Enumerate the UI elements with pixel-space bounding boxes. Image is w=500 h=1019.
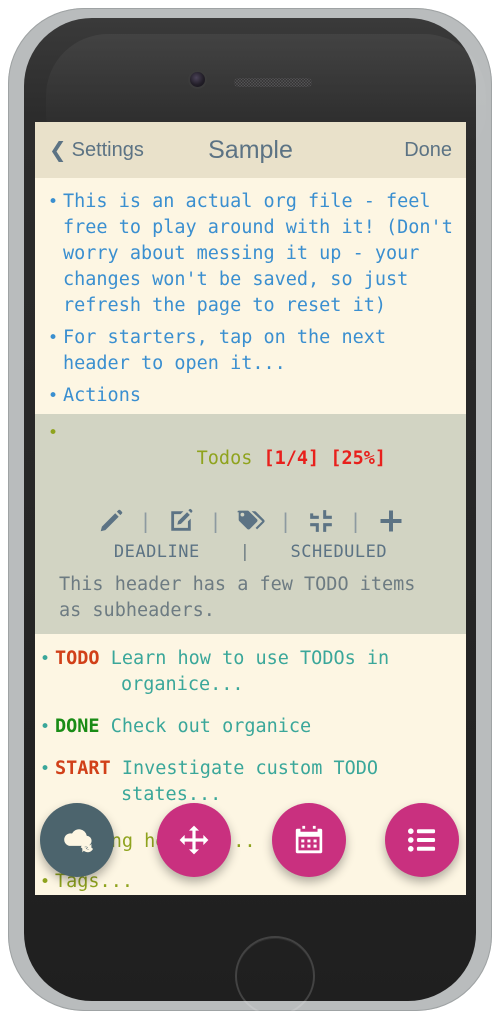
back-button-label: Settings xyxy=(71,138,144,161)
selected-header-todos[interactable]: • Todos [1/4] [25%] | | | | DEADLINE | S… xyxy=(35,414,466,634)
toolbar-separator: | xyxy=(209,509,222,533)
org-document: • This is an actual org file - feel free… xyxy=(35,178,466,895)
todo-title: Investigate custom TODO xyxy=(121,758,379,779)
todo-keyword[interactable]: START xyxy=(55,758,111,779)
org-header-title: This is an actual org file - feel free t… xyxy=(63,191,464,316)
todo-keyword[interactable]: TODO xyxy=(55,648,100,669)
org-header-title: Actions xyxy=(63,385,141,406)
bullet-icon: • xyxy=(39,717,51,737)
bullet-icon: • xyxy=(39,649,51,669)
selected-header-body[interactable]: This header has a few TODO items as subh… xyxy=(35,570,466,634)
planning-row: DEADLINE | SCHEDULED xyxy=(35,540,466,570)
todo-item-learn[interactable]: • TODO Learn how to use TODOs in organic… xyxy=(35,638,456,706)
org-header-actions[interactable]: • Actions xyxy=(35,380,456,412)
phone-screen: ❮ Settings Sample Done • This is an actu… xyxy=(35,122,466,895)
earpiece-speaker-icon xyxy=(234,78,312,87)
todo-keyword[interactable]: DONE xyxy=(55,716,100,737)
cloud-sync-icon xyxy=(56,823,98,857)
deadline-button[interactable]: DEADLINE xyxy=(108,542,206,562)
back-button[interactable]: ❮ Settings xyxy=(49,139,144,162)
calendar-fab[interactable] xyxy=(272,803,346,877)
list-fab[interactable] xyxy=(385,803,459,877)
org-header-starters[interactable]: • For starters, tap on the next header t… xyxy=(35,322,456,380)
floating-action-bar xyxy=(35,801,466,885)
calendar-icon xyxy=(293,824,325,856)
home-button[interactable] xyxy=(235,936,315,1016)
list-icon xyxy=(406,824,438,856)
arrows-move-icon xyxy=(178,824,210,856)
planning-separator: | xyxy=(239,542,251,562)
toolbar-separator: | xyxy=(279,509,292,533)
edit-note-icon[interactable] xyxy=(158,504,204,538)
pencil-icon[interactable] xyxy=(88,504,134,538)
move-fab[interactable] xyxy=(157,803,231,877)
screenshot-root: ❮ Settings Sample Done • This is an actu… xyxy=(0,0,500,1019)
toolbar-separator: | xyxy=(349,509,362,533)
org-header-title: For starters, tap on the next header to … xyxy=(63,327,398,374)
bullet-icon: • xyxy=(47,328,59,348)
selected-header-title-row[interactable]: • Todos [1/4] [25%] xyxy=(35,414,466,500)
front-camera-icon xyxy=(190,72,205,87)
navigation-bar: ❮ Settings Sample Done xyxy=(35,122,466,178)
toolbar-separator: | xyxy=(139,509,152,533)
chevron-left-icon: ❮ xyxy=(49,138,67,162)
todo-title: Learn how to use TODOs in xyxy=(110,648,390,669)
cookie-count-badge: [1/4] xyxy=(263,448,320,469)
cloud-sync-fab[interactable] xyxy=(40,803,114,877)
org-header-intro[interactable]: • This is an actual org file - feel free… xyxy=(35,186,456,322)
header-action-toolbar: | | | | xyxy=(35,500,466,540)
selected-header-title: Todos xyxy=(196,448,253,469)
bullet-icon: • xyxy=(47,386,59,406)
bullet-icon: • xyxy=(47,192,59,212)
plus-icon[interactable] xyxy=(368,504,414,538)
tags-icon[interactable] xyxy=(228,504,274,538)
done-button[interactable]: Done xyxy=(404,139,452,162)
collapse-icon[interactable] xyxy=(298,504,344,538)
todo-title: Check out organice xyxy=(110,716,312,737)
todo-item-check[interactable]: • DONE Check out organice xyxy=(35,706,456,748)
scheduled-button[interactable]: SCHEDULED xyxy=(285,542,394,562)
todo-title-continued: organice... xyxy=(121,674,244,695)
cookie-percent-badge: [25%] xyxy=(330,448,387,469)
bullet-icon: • xyxy=(47,423,59,443)
